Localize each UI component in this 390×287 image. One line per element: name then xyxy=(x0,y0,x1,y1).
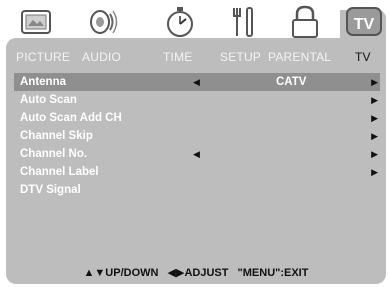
menu-item-channel-skip[interactable]: Channel Skip ▶ xyxy=(14,127,380,145)
menu-item-dtv-signal[interactable]: DTV Signal xyxy=(14,181,380,199)
menu-item-channel-no[interactable]: Channel No. ◀ ▶ xyxy=(14,145,380,163)
menu-item-auto-scan[interactable]: Auto Scan ▶ xyxy=(14,91,380,109)
menu-item-auto-scan-add-ch[interactable]: Auto Scan Add CH ▶ xyxy=(14,109,380,127)
time-icon[interactable] xyxy=(160,2,200,42)
tab-setup[interactable]: SETUP xyxy=(220,50,261,64)
svg-text:TV: TV xyxy=(354,16,375,33)
right-arrow-icon[interactable]: ▶ xyxy=(371,73,378,91)
updown-hint: ▲▼UP/DOWN xyxy=(83,267,159,279)
tab-picture[interactable]: PICTURE xyxy=(16,50,70,64)
menu-item-label: Antenna xyxy=(20,76,66,88)
right-arrow-icon[interactable]: ▶ xyxy=(371,163,378,181)
left-arrow-icon[interactable]: ◀ xyxy=(193,145,200,163)
settings-panel: TV PICTURE AUDIO TIME SETUP PARENTAL TV … xyxy=(6,7,386,284)
tab-tv[interactable]: TV xyxy=(355,50,371,64)
menu-item-value: CATV xyxy=(276,76,307,88)
tab-audio[interactable]: AUDIO xyxy=(82,50,121,64)
tab-time[interactable]: TIME xyxy=(163,50,192,64)
menu-item-label: Auto Scan xyxy=(20,94,77,106)
picture-icon[interactable] xyxy=(16,2,56,42)
menu-item-label: Channel No. xyxy=(20,148,88,160)
tv-icon[interactable]: TV xyxy=(344,2,384,42)
setup-icon[interactable] xyxy=(225,2,265,42)
right-arrow-icon[interactable]: ▶ xyxy=(371,127,378,145)
tab-row: PICTURE AUDIO TIME SETUP PARENTAL TV xyxy=(6,50,386,70)
menu-item-label: DTV Signal xyxy=(20,184,81,196)
adjust-hint: ◀▶ADJUST xyxy=(167,267,229,279)
navigation-hint: ▲▼UP/DOWN ◀▶ADJUST "MENU":EXIT xyxy=(6,266,386,279)
right-arrow-icon[interactable]: ▶ xyxy=(371,109,378,127)
right-arrow-icon[interactable]: ▶ xyxy=(371,91,378,109)
exit-hint: "MENU":EXIT xyxy=(237,267,309,279)
left-arrow-icon[interactable]: ◀ xyxy=(193,73,200,91)
menu-item-antenna[interactable]: Antenna ◀ CATV ▶ xyxy=(14,73,380,91)
parental-lock-icon[interactable] xyxy=(285,2,325,42)
menu-item-channel-label[interactable]: Channel Label ▶ xyxy=(14,163,380,181)
menu-item-label: Channel Label xyxy=(20,166,99,178)
tv-menu-list: Antenna ◀ CATV ▶ Auto Scan ▶ Auto Scan A… xyxy=(14,73,380,199)
menu-item-label: Auto Scan Add CH xyxy=(20,112,122,124)
menu-item-label: Channel Skip xyxy=(20,130,93,142)
audio-icon[interactable] xyxy=(82,2,122,42)
right-arrow-icon[interactable]: ▶ xyxy=(371,145,378,163)
tab-parental[interactable]: PARENTAL xyxy=(268,50,331,64)
